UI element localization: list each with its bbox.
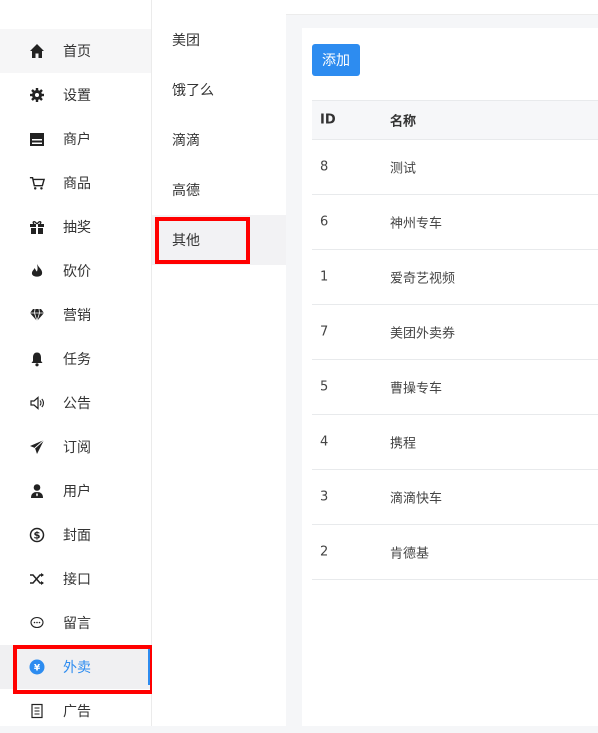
sidebar-item-subscriptions[interactable]: 订阅 [0, 425, 151, 469]
bell-icon [29, 351, 45, 367]
gear-icon [29, 87, 45, 103]
sidebar-item-label: 商品 [63, 176, 91, 192]
sidebar-item-users[interactable]: 用户 [0, 469, 151, 513]
submenu-item-amap[interactable]: 高德 [152, 165, 286, 215]
submenu-item-label: 滴滴 [172, 133, 200, 149]
column-header-id[interactable]: ID [320, 113, 336, 128]
cell-id: 3 [320, 489, 329, 505]
sidebar-item-label: 商户 [63, 132, 91, 148]
table-row[interactable]: 2 肯德基 [312, 525, 598, 580]
cell-id: 2 [320, 544, 329, 560]
sidebar-item-label: 首页 [63, 44, 91, 60]
table-row[interactable]: 1 爱奇艺视频 [312, 250, 598, 305]
submenu: 美团 饿了么 滴滴 高德 其他 [152, 0, 286, 726]
sidebar-item-cover[interactable]: $ 封面 [0, 513, 151, 557]
sidebar-item-merchant[interactable]: 商户 [0, 117, 151, 161]
sidebar-item-label: 营销 [63, 308, 91, 324]
store-icon [29, 131, 45, 147]
sidebar-item-tasks[interactable]: 任务 [0, 337, 151, 381]
sidebar-item-marketing[interactable]: 营销 [0, 293, 151, 337]
shuffle-icon [29, 571, 45, 587]
sidebar-item-label: 抽奖 [63, 220, 91, 236]
cell-name: 神州专车 [390, 216, 443, 232]
add-button[interactable]: 添加 [312, 44, 360, 76]
sidebar-item-label: 广告 [63, 704, 91, 720]
table-row[interactable]: 5 曹操专车 [312, 360, 598, 415]
cell-name: 携程 [390, 436, 417, 452]
cell-name: 滴滴快车 [390, 491, 443, 507]
data-table: ID 名称 8 测试 6 神州专车 1 爱奇艺视频 7 美团外卖券 5 曹操专车… [312, 100, 598, 580]
table-row[interactable]: 3 滴滴快车 [312, 470, 598, 525]
paper-plane-icon [29, 439, 45, 455]
table-header: ID 名称 [312, 100, 598, 140]
user-icon [29, 483, 45, 499]
sidebar-item-home[interactable]: 首页 [0, 29, 151, 73]
cell-name: 肯德基 [390, 546, 430, 562]
cell-id: 8 [320, 159, 329, 175]
sidebar-item-messages[interactable]: 留言 [0, 601, 151, 645]
sidebar-item-label: 设置 [63, 88, 91, 104]
table-row[interactable]: 6 神州专车 [312, 195, 598, 250]
sidebar-item-settings[interactable]: 设置 [0, 73, 151, 117]
table-row[interactable]: 7 美团外卖券 [312, 305, 598, 360]
cart-icon [29, 175, 45, 191]
sidebar: 首页 设置 商户 商品 抽奖 砍价 营销 任务 公告 订阅 用户 $ 封面 接口… [0, 0, 152, 726]
cell-id: 1 [320, 269, 329, 285]
submenu-item-eleme[interactable]: 饿了么 [152, 65, 286, 115]
submenu-item-label: 饿了么 [172, 83, 214, 99]
column-header-name[interactable]: 名称 [390, 111, 416, 130]
table-row[interactable]: 8 测试 [312, 140, 598, 195]
cell-name: 美团外卖券 [390, 326, 456, 342]
sidebar-item-label: 留言 [63, 616, 91, 632]
gift-icon [29, 219, 45, 235]
sidebar-item-bargain[interactable]: 砍价 [0, 249, 151, 293]
main-content: 添加 ID 名称 8 测试 6 神州专车 1 爱奇艺视频 7 美团外卖券 5 曹… [302, 28, 598, 726]
speaker-icon [29, 395, 45, 411]
cell-id: 5 [320, 379, 329, 395]
sidebar-item-label: 订阅 [63, 440, 91, 456]
highlight-box-submenu [155, 217, 250, 264]
submenu-item-label: 高德 [172, 183, 200, 199]
submenu-item-label: 美团 [172, 33, 200, 49]
submenu-item-meituan[interactable]: 美团 [152, 15, 286, 65]
cell-name: 爱奇艺视频 [390, 271, 456, 287]
sidebar-item-label: 接口 [63, 572, 91, 588]
cell-name: 测试 [390, 161, 417, 177]
svg-text:$: $ [34, 531, 41, 542]
document-icon [29, 703, 45, 719]
cell-id: 6 [320, 214, 329, 230]
submenu-item-didi[interactable]: 滴滴 [152, 115, 286, 165]
sidebar-item-label: 砍价 [63, 264, 91, 280]
cell-id: 4 [320, 434, 329, 450]
diamond-icon [29, 307, 45, 323]
cell-id: 7 [320, 324, 329, 340]
sidebar-item-label: 用户 [63, 484, 91, 500]
cell-name: 曹操专车 [390, 381, 443, 397]
sidebar-item-ads[interactable]: 广告 [0, 689, 151, 733]
sidebar-item-label: 任务 [63, 352, 91, 368]
sidebar-item-lottery[interactable]: 抽奖 [0, 205, 151, 249]
table-row[interactable]: 4 携程 [312, 415, 598, 470]
sidebar-item-label: 公告 [63, 396, 91, 412]
sidebar-item-announcements[interactable]: 公告 [0, 381, 151, 425]
sidebar-item-api[interactable]: 接口 [0, 557, 151, 601]
home-icon [29, 43, 45, 59]
highlight-box-sidebar [13, 645, 154, 694]
sidebar-item-products[interactable]: 商品 [0, 161, 151, 205]
dollar-circle-icon: $ [29, 527, 45, 543]
chat-bubble-icon [29, 615, 45, 631]
sidebar-item-label: 封面 [63, 528, 91, 544]
flame-icon [29, 263, 45, 279]
